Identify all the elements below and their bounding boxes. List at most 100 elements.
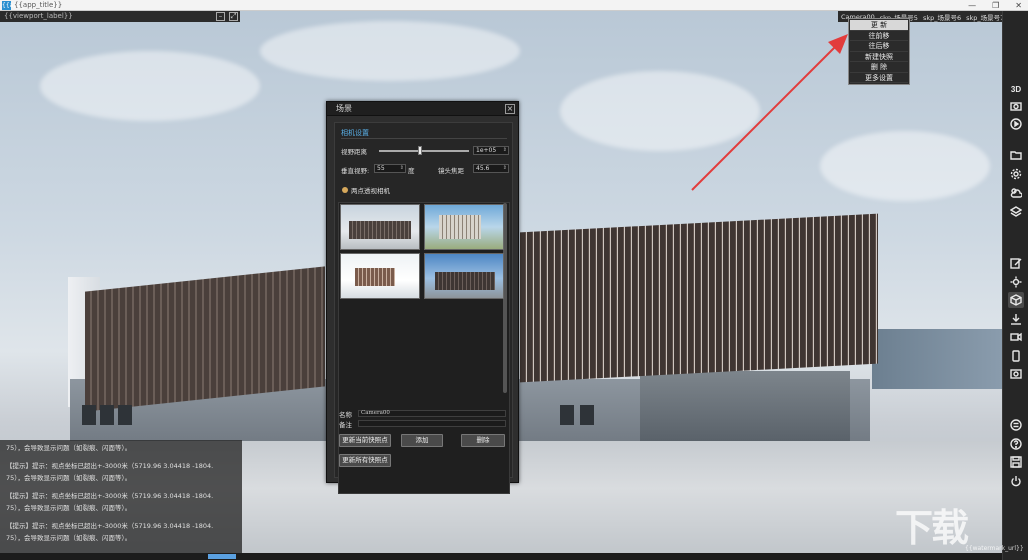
scene-dialog: 场景 × 相机设置 视野距离 1e+05 ⇕ 垂直视野: 55 ⇕ 度 镜头焦距… <box>326 101 519 494</box>
watermark: 下载 <box>895 506 969 550</box>
view-distance-slider[interactable] <box>379 150 469 152</box>
entrance <box>580 405 594 425</box>
building-facade-right <box>520 213 878 383</box>
help-icon[interactable] <box>1008 436 1024 452</box>
watermark-url: {{watermark_url}} <box>965 545 1024 552</box>
log-line: 【提示】提示：视点坐标已超出+-3000米（5719.96 3.04418 -1… <box>6 462 214 470</box>
status-bar <box>0 553 1002 560</box>
name-label: 名称 <box>339 411 352 419</box>
minimize-panel-icon[interactable]: – <box>216 12 225 21</box>
note-label: 备注 <box>339 421 352 429</box>
phone-icon[interactable] <box>1008 348 1024 364</box>
snapshot-grid <box>338 202 510 494</box>
focal-length-value: 45.6 <box>476 165 490 172</box>
spinner-icon[interactable]: ⇕ <box>503 165 507 172</box>
photo-icon[interactable] <box>1008 366 1024 382</box>
settings-icon[interactable] <box>1008 166 1024 182</box>
folder-icon[interactable] <box>1008 147 1024 163</box>
spinner-icon[interactable]: ⇕ <box>400 165 404 172</box>
view-distance-value: 1e+05 <box>476 147 497 154</box>
camera-settings-panel: 相机设置 视野距离 1e+05 ⇕ 垂直视野: 55 ⇕ 度 镜头焦距 45.6… <box>334 122 513 494</box>
title-bar: {{app_icon_text}} {{app_title}} — ❐ ✕ <box>0 0 1028 11</box>
log-line: 75），会导致显示问题（如裂痕、闪面等）。 <box>6 474 132 482</box>
app-logo-icon: {{app_icon_text}} <box>2 1 59 10</box>
spinner-icon[interactable]: ⇕ <box>503 147 507 154</box>
light-icon[interactable] <box>1008 274 1024 290</box>
log-line: 75），会导致显示问题（如裂痕、闪面等）。 <box>6 504 132 512</box>
update-snapshot-button[interactable]: 更新当前快照点 <box>339 434 391 447</box>
background-building <box>872 329 1002 389</box>
right-toolbar: 3D <box>1002 11 1028 560</box>
viewport-label: {{viewport_label}} <box>4 12 73 20</box>
tab-scene6[interactable]: skp_场景号6 <box>923 12 961 22</box>
dialog-close-icon[interactable]: × <box>505 104 515 114</box>
dialog-header[interactable]: 场景 × <box>327 102 518 116</box>
menu-item-move-forward[interactable]: 往前移 <box>850 31 908 41</box>
slider-handle[interactable] <box>418 146 422 155</box>
maximize-icon[interactable]: ❐ <box>992 0 999 11</box>
view-distance-label: 视野距离 <box>341 148 367 156</box>
focal-length-input[interactable]: 45.6 ⇕ <box>473 164 509 173</box>
divider <box>341 138 507 139</box>
weather-icon[interactable] <box>1008 185 1024 201</box>
delete-button[interactable]: 删除 <box>461 434 505 447</box>
minimize-icon[interactable]: — <box>968 0 976 11</box>
cloud <box>260 21 520 81</box>
snapshot-thumbnail[interactable] <box>424 253 504 299</box>
two-point-checkbox[interactable] <box>342 187 348 193</box>
dialog-title: 场景 <box>336 104 352 113</box>
window-title: {{app_title}} <box>14 1 63 9</box>
menu-item-new-snapshot[interactable]: 新建快照 <box>850 52 908 62</box>
cloud <box>820 131 990 201</box>
snapshot-thumbnail[interactable] <box>424 204 504 250</box>
cube-icon[interactable] <box>1008 292 1024 308</box>
save-icon[interactable] <box>1008 454 1024 470</box>
name-input[interactable]: Camera00 <box>358 410 506 417</box>
vfov-label: 垂直视野: <box>341 167 370 175</box>
menu-icon[interactable] <box>1008 417 1024 433</box>
menu-item-move-back[interactable]: 往后移 <box>850 41 908 52</box>
vfov-unit: 度 <box>408 167 415 175</box>
log-line: 75），会导致显示问题（如裂痕、闪面等）。 <box>6 534 132 542</box>
log-line: 【提示】提示：视点坐标已超出+-3000米（5719.96 3.04418 -1… <box>6 492 214 500</box>
log-line: 【提示】提示：视点坐标已超出+-3000米（5719.96 3.04418 -1… <box>6 522 214 530</box>
entrance <box>118 405 132 425</box>
menu-item-more-settings[interactable]: 更多设置 <box>850 73 908 83</box>
menu-item-update[interactable]: 更 新 <box>850 20 908 31</box>
entrance <box>100 405 114 425</box>
edit-icon[interactable] <box>1008 255 1024 271</box>
menu-item-delete[interactable]: 删 除 <box>850 62 908 73</box>
vfov-input[interactable]: 55 ⇕ <box>374 164 406 173</box>
cloud <box>560 71 760 151</box>
expand-icon[interactable]: ⤢ <box>229 12 238 21</box>
vfov-value: 55 <box>377 165 385 172</box>
entrance <box>82 405 96 425</box>
two-point-label: 两点透视相机 <box>351 187 390 195</box>
play-icon[interactable] <box>1008 116 1024 132</box>
tab-scene7[interactable]: skp_场景号7 <box>966 12 1004 22</box>
log-line: 75），会导致显示问题（如裂痕、闪面等）。 <box>6 444 132 452</box>
close-icon[interactable]: ✕ <box>1015 0 1022 11</box>
layers-icon[interactable] <box>1008 204 1024 220</box>
log-panel: 75），会导致显示问题（如裂痕、闪面等）。 【提示】提示：视点坐标已超出+-30… <box>0 440 242 553</box>
focal-length-label: 镜头焦距 <box>438 167 464 175</box>
entrance <box>560 405 574 425</box>
building-facade-left <box>85 266 325 412</box>
viewport-header: {{viewport_label}} – ⤢ <box>0 11 240 22</box>
cloud <box>40 51 260 121</box>
context-menu: 更 新 往前移 往后移 新建快照 删 除 更多设置 <box>848 18 910 85</box>
power-icon[interactable] <box>1008 473 1024 489</box>
snapshot-thumbnail[interactable] <box>340 204 420 250</box>
progress-indicator <box>208 554 236 559</box>
video-icon[interactable] <box>1008 329 1024 345</box>
camera-icon[interactable] <box>1008 98 1024 114</box>
snapshot-thumbnail[interactable] <box>340 253 420 299</box>
update-all-snapshots-button[interactable]: 更新所有快照点 <box>339 454 391 467</box>
download-icon[interactable] <box>1008 311 1024 327</box>
building-podium <box>640 371 850 441</box>
note-input[interactable] <box>358 420 506 427</box>
add-button[interactable]: 添加 <box>401 434 443 447</box>
view-distance-input[interactable]: 1e+05 ⇕ <box>473 146 509 155</box>
view-3d-button[interactable]: 3D <box>1008 81 1024 97</box>
section-title: 相机设置 <box>341 129 369 137</box>
